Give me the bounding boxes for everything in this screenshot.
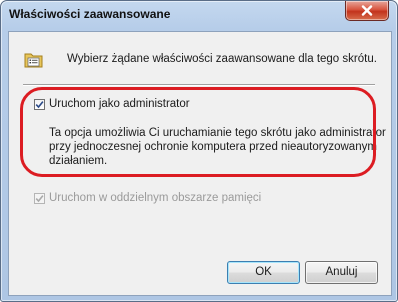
separate-memory-checkbox <box>34 193 45 204</box>
dialog-window: Właściwości zaawansowane Wybierz żądane … <box>0 0 398 302</box>
run-as-admin-description: Ta opcja umożliwia Ci uruchamianie tego … <box>49 126 386 168</box>
title-bar[interactable]: Właściwości zaawansowane <box>1 1 397 29</box>
dialog-content: Wybierz żądane właściwości zaawansowane … <box>8 31 392 296</box>
run-as-admin-checkbox[interactable] <box>34 99 45 110</box>
description-line: Ta opcja umożliwia Ci uruchamianie tego … <box>49 127 386 139</box>
description-line: przy jednoczesnej ochronie komputera prz… <box>49 141 377 153</box>
separate-memory-label: Uruchom w oddzielnym obszarze pamięci <box>49 192 262 204</box>
close-button[interactable] <box>345 1 389 21</box>
separator <box>23 84 375 86</box>
cancel-button[interactable]: Anuluj <box>305 261 378 284</box>
run-as-admin-label[interactable]: Uruchom jako administrator <box>49 98 190 110</box>
close-icon <box>361 5 373 16</box>
description-line: działaniem. <box>49 155 108 167</box>
checkmark-icon <box>35 195 44 203</box>
properties-folder-icon <box>24 51 44 69</box>
ok-button[interactable]: OK <box>227 261 300 284</box>
checkmark-icon <box>35 101 44 109</box>
window-title: Właściwości zaawansowane <box>9 7 171 21</box>
header-instruction: Wybierz żądane właściwości zaawansowane … <box>67 53 377 65</box>
